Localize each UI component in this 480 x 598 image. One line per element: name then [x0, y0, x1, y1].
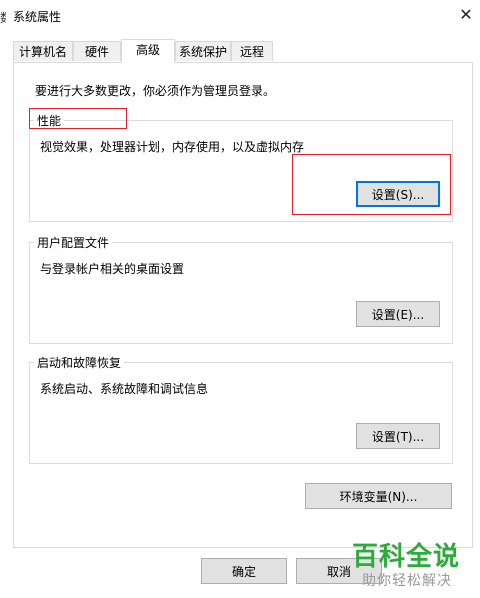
tab-advanced[interactable]: 高级	[121, 39, 175, 63]
watermark-title: 百科全说	[352, 542, 461, 572]
highlight-performance-title	[29, 108, 127, 129]
startup-recovery-description: 系统启动、系统故障和调试信息	[40, 382, 209, 396]
tab-computer-name[interactable]: 计算机名	[13, 41, 73, 61]
tab-system-protection[interactable]: 系统保护	[175, 41, 231, 61]
close-icon[interactable]: ✕	[452, 2, 480, 28]
background-window-text: 数	[0, 9, 6, 26]
startup-recovery-group-title: 启动和故障恢复	[34, 354, 125, 371]
user-profiles-group	[29, 242, 453, 344]
title-bar: 数 系统属性 ✕	[0, 0, 480, 32]
user-profiles-description: 与登录帐户相关的桌面设置	[40, 262, 185, 276]
tab-hardware[interactable]: 硬件	[73, 41, 121, 61]
startup-recovery-settings-button[interactable]: 设置(T)...	[356, 423, 440, 449]
watermark-subtitle: 助你轻松解决	[362, 573, 452, 589]
window-title: 系统属性	[13, 10, 62, 24]
performance-settings-button[interactable]: 设置(S)...	[356, 181, 440, 207]
ok-button[interactable]: 确定	[201, 558, 287, 584]
user-profiles-settings-button[interactable]: 设置(E)...	[356, 301, 440, 327]
environment-variables-button[interactable]: 环境变量(N)...	[305, 483, 452, 509]
admin-notice: 要进行大多数更改，你必须作为管理员登录。	[35, 84, 276, 98]
watermark-logo: 百科全说 助你轻松解决	[352, 536, 480, 598]
user-profiles-group-title: 用户配置文件	[34, 234, 113, 251]
performance-description: 视觉效果，处理器计划，内存使用，以及虚拟内存	[40, 140, 305, 154]
tab-remote[interactable]: 远程	[231, 41, 273, 61]
